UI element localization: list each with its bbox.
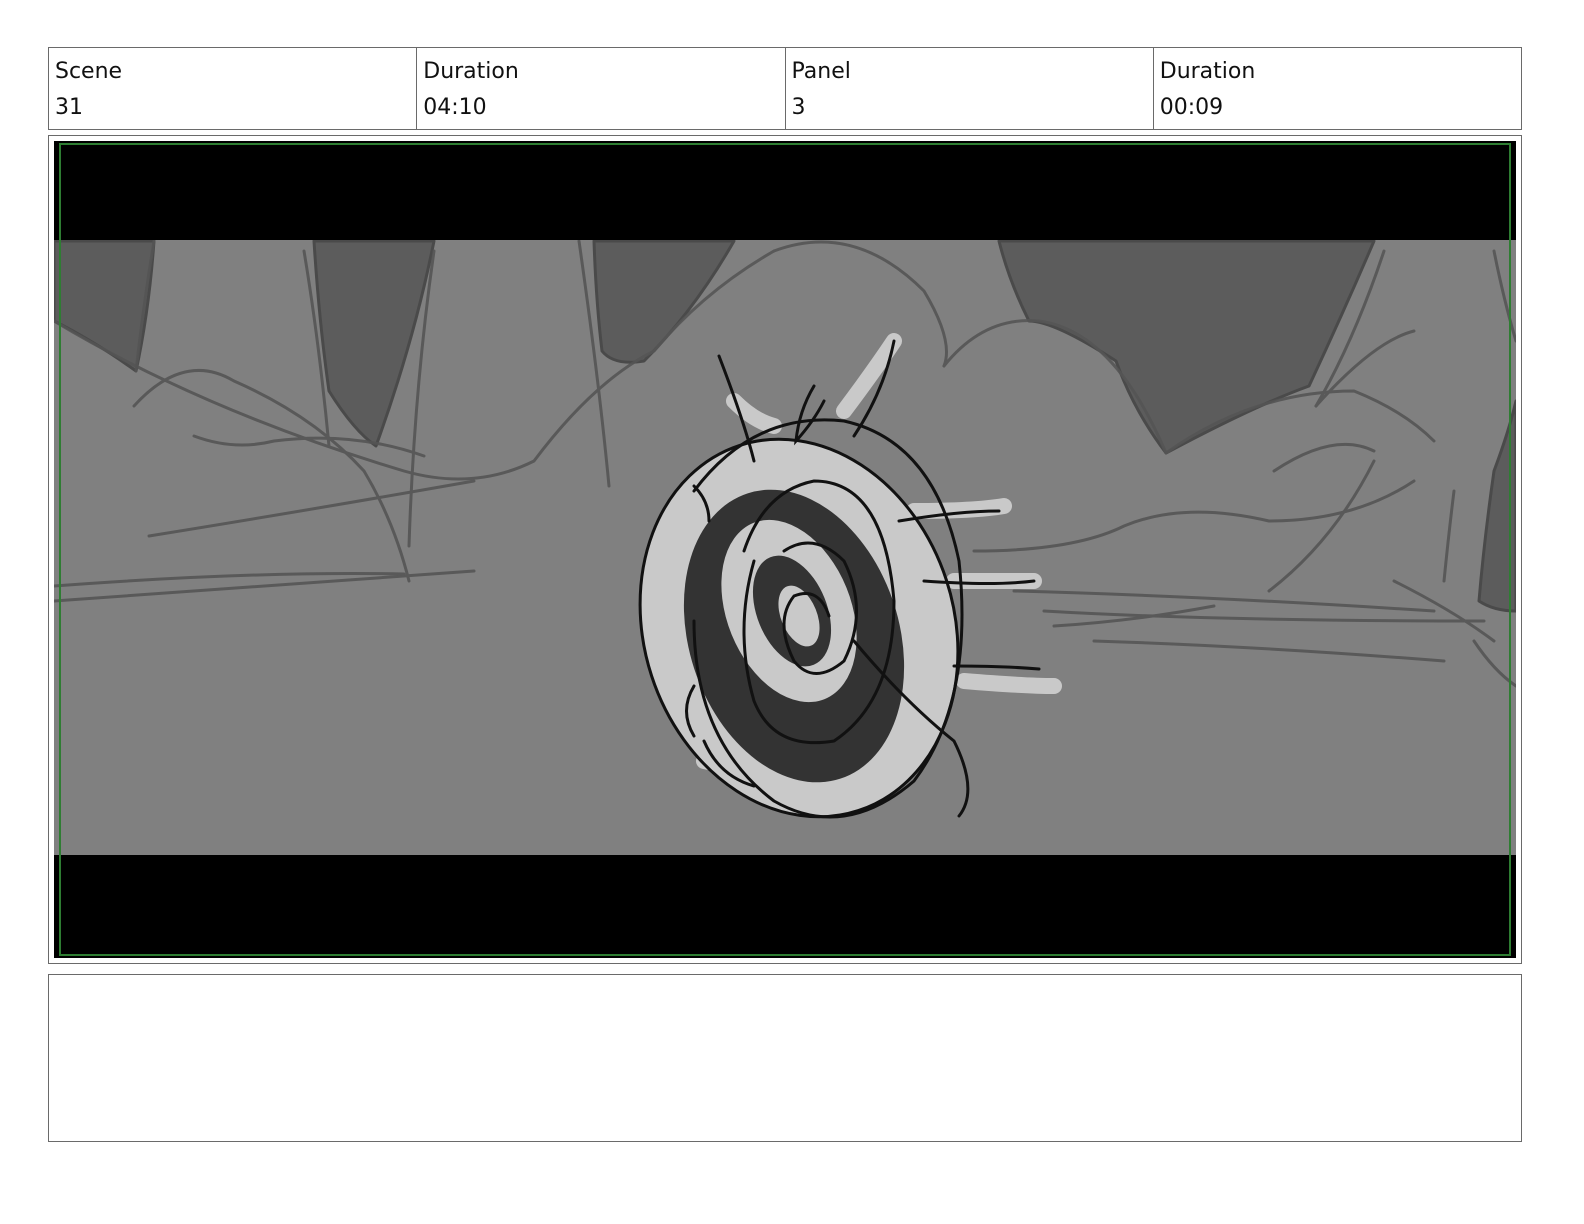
letterbox-top-bar xyxy=(54,141,1516,240)
panel-notes-box[interactable] xyxy=(48,974,1522,1142)
scene-duration-cell: Duration 04:10 xyxy=(416,48,784,129)
panel-number: 3 xyxy=(791,95,806,120)
panel-duration-cell: Duration 00:09 xyxy=(1152,48,1521,129)
scene-number: 31 xyxy=(55,95,83,120)
scene-duration-label: Duration xyxy=(423,59,519,84)
panel-info-header: Scene 31 Duration 04:10 Panel 3 Duration… xyxy=(48,47,1522,130)
panel-duration-value: 00:09 xyxy=(1159,95,1224,120)
panel-duration-label: Duration xyxy=(1159,59,1256,84)
scene-cell: Scene 31 xyxy=(49,48,416,129)
scene-duration-value: 04:10 xyxy=(423,95,487,120)
storyboard-panel-frame xyxy=(48,135,1522,964)
storyboard-panel-image xyxy=(54,141,1516,958)
scene-label: Scene xyxy=(55,59,123,84)
panel-label: Panel xyxy=(791,59,851,84)
panel-cell: Panel 3 xyxy=(784,48,1153,129)
letterbox-bottom-bar xyxy=(54,855,1516,958)
